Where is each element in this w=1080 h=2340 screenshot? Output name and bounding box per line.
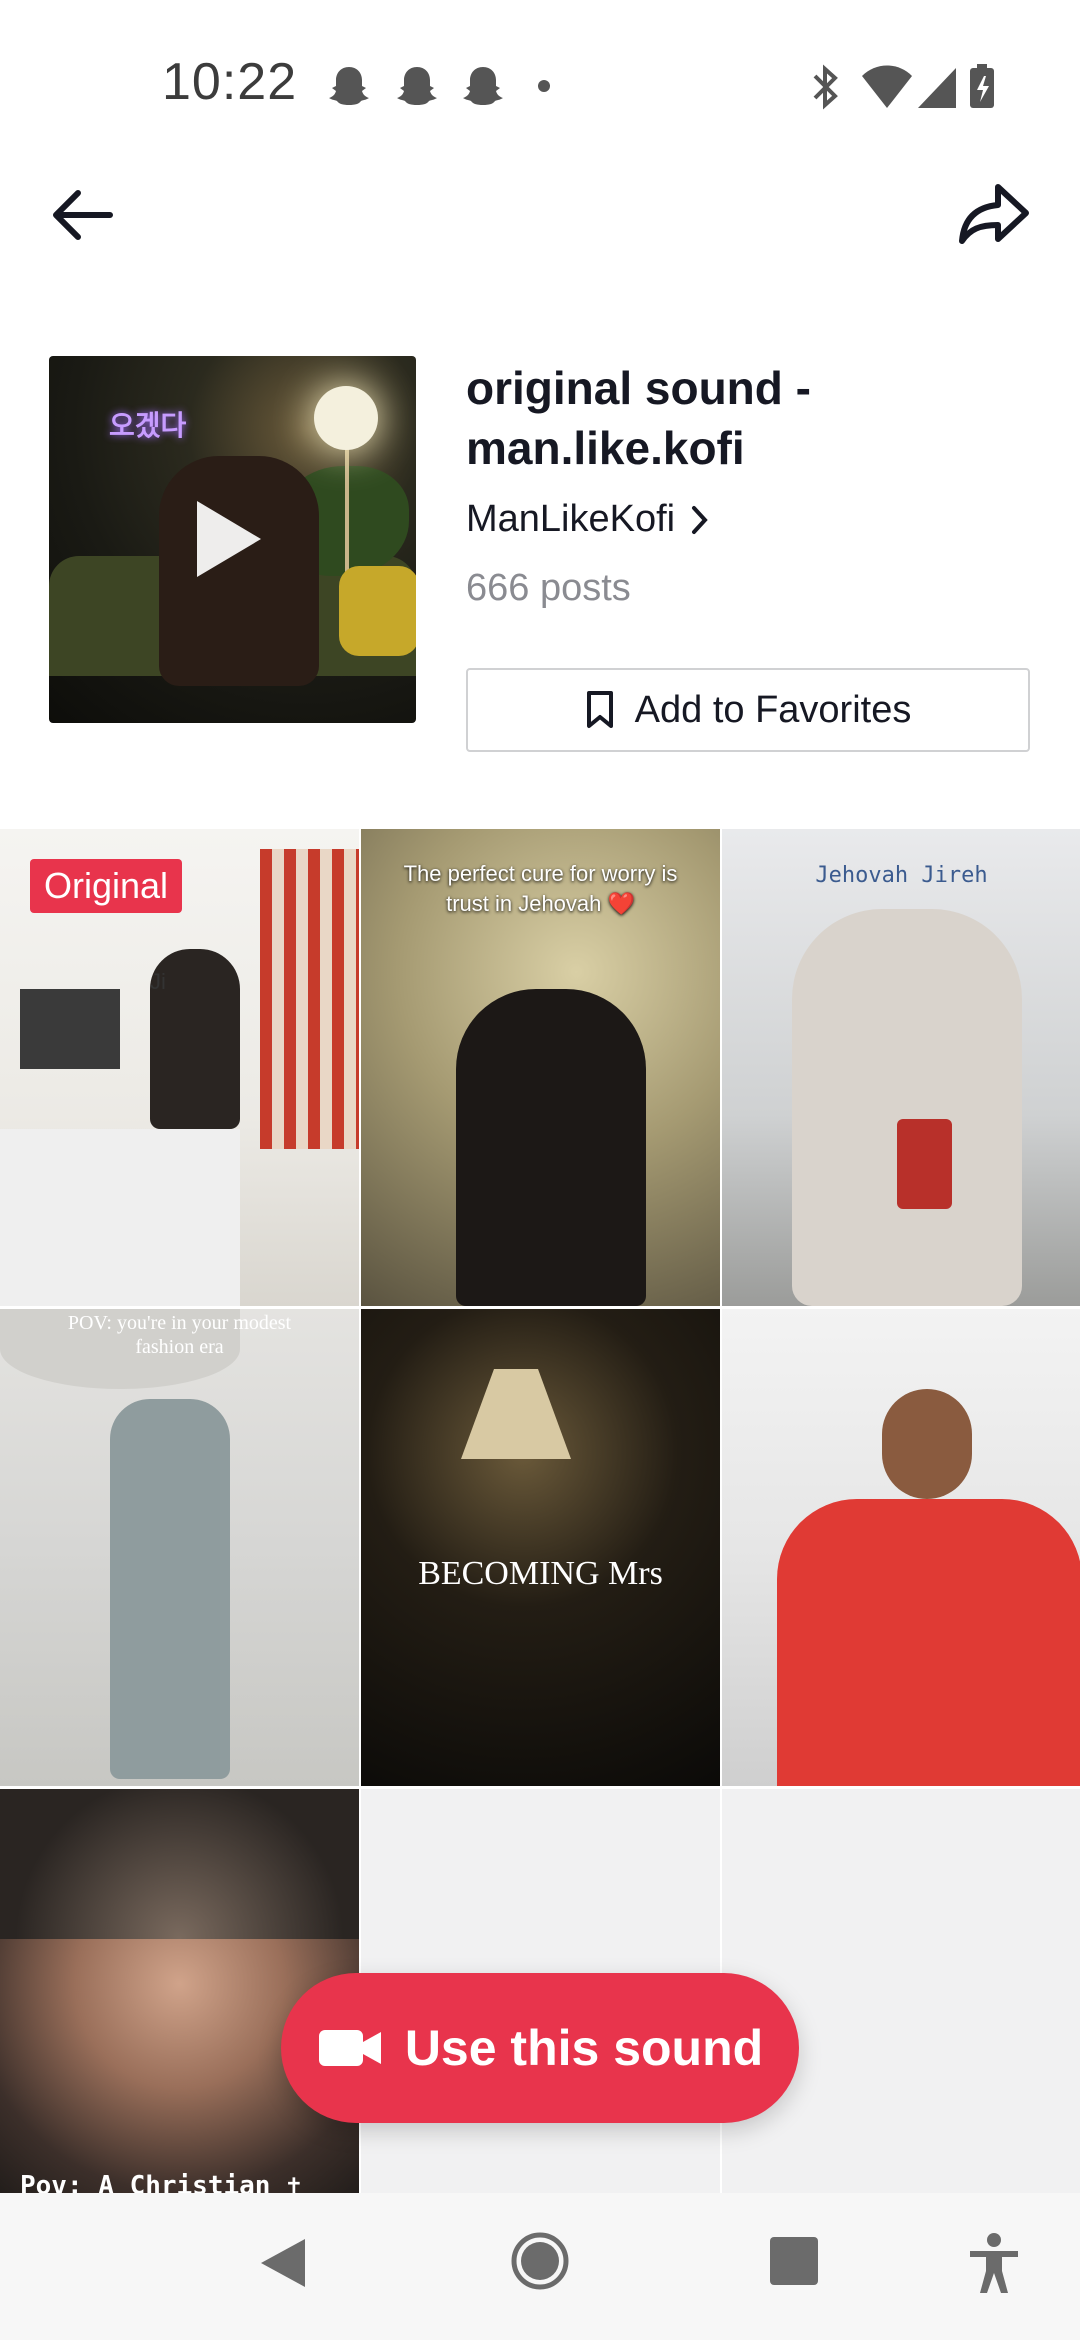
video-person-shirt: [777, 1499, 1080, 1786]
sound-author-link[interactable]: ManLikeKofi: [466, 498, 711, 541]
status-time: 10:22: [162, 53, 298, 111]
bookmark-icon: [586, 691, 613, 728]
video-camera-icon: [318, 2030, 381, 2066]
video-drink: [897, 1119, 952, 1209]
video-caption: Ji: [150, 969, 166, 994]
video-caption: POV: you're in your modest fashion era: [67, 1312, 292, 1358]
nav-recents-icon[interactable]: [768, 2235, 820, 2287]
nav-back-icon[interactable]: [255, 2233, 311, 2293]
use-this-sound-label: Use this sound: [404, 2020, 764, 2076]
video-person: [110, 1399, 230, 1779]
video-person-head: [882, 1389, 972, 1499]
sound-title: original sound - man.like.kofi: [466, 362, 811, 474]
post-count: 666 posts: [466, 567, 631, 609]
video-tile[interactable]: BECOMING Mrs: [361, 1309, 720, 1786]
cover-pillow: [339, 566, 416, 656]
video-tile[interactable]: Jehovah Jireh: [722, 829, 1080, 1306]
wifi-icon: [862, 65, 912, 108]
back-arrow-icon[interactable]: [42, 175, 122, 255]
chevron-right-icon: [692, 505, 708, 534]
favorites-label: Add to Favorites: [634, 688, 912, 731]
snapchat-icon: [329, 67, 369, 105]
video-tile[interactable]: Ji Original: [0, 829, 359, 1306]
cover-lamp: [314, 386, 378, 450]
bluetooth-icon: [813, 64, 838, 110]
play-icon[interactable]: [197, 501, 261, 577]
video-caption: Jehovah Jireh: [815, 863, 988, 888]
author-name: ManLikeKofi: [466, 498, 676, 540]
original-badge: Original: [30, 859, 183, 913]
video-caption: BECOMING Mrs: [418, 1555, 663, 1592]
video-desk-item: [20, 989, 120, 1069]
video-lamp: [461, 1369, 571, 1459]
battery-icon: [970, 64, 994, 108]
cover-neon-text: 오겠다: [109, 410, 187, 441]
nav-home-icon[interactable]: [510, 2231, 570, 2291]
video-person: [792, 909, 1022, 1306]
accessibility-icon[interactable]: [966, 2231, 1022, 2295]
add-to-favorites-button[interactable]: Add to Favorites: [466, 668, 1030, 752]
share-icon[interactable]: [954, 175, 1034, 255]
video-tile[interactable]: POV: you're in your modest fashion era: [0, 1309, 359, 1786]
signal-icon: [918, 68, 956, 108]
video-clothes-rack: [260, 849, 359, 1149]
video-tile[interactable]: [722, 1309, 1080, 1786]
video-hair: [0, 1789, 359, 1939]
sound-cover-image[interactable]: 오겠다: [49, 356, 416, 723]
snapchat-icon: [397, 67, 437, 105]
video-caption: The perfect cure for worry is trust in J…: [403, 861, 678, 916]
system-nav-bar: [0, 2193, 1080, 2340]
video-tile[interactable]: The perfect cure for worry is trust in J…: [361, 829, 720, 1306]
dot-icon: [538, 80, 550, 92]
use-this-sound-button[interactable]: Use this sound: [281, 1973, 799, 2123]
video-desk: [0, 1129, 240, 1306]
snapchat-icon: [463, 67, 503, 105]
video-person: [456, 989, 646, 1306]
